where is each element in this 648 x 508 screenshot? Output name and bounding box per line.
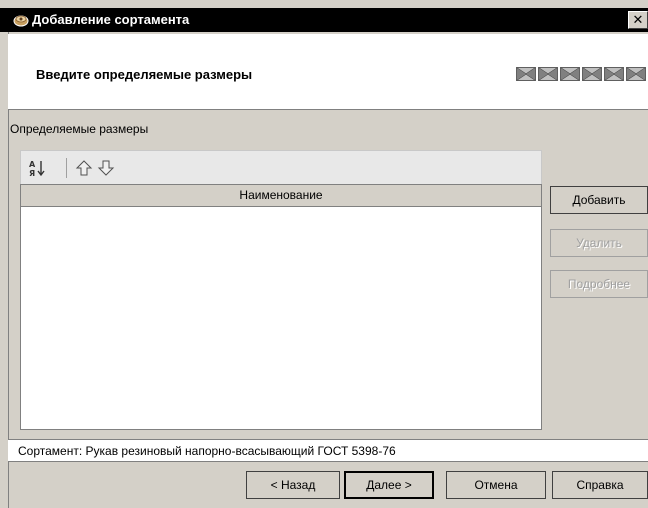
help-button[interactable]: Справка xyxy=(552,471,648,499)
close-icon: ✕ xyxy=(632,12,644,27)
step-icon xyxy=(538,67,558,81)
cancel-button[interactable]: Отмена xyxy=(446,471,546,499)
add-button[interactable]: Добавить xyxy=(550,186,648,214)
next-button[interactable]: Далее > xyxy=(344,471,434,499)
status-bar: Сортамент: Рукав резиновый напорно-всасы… xyxy=(8,439,648,461)
details-button[interactable]: Подробнее xyxy=(550,270,648,298)
app-icon xyxy=(13,15,29,27)
toolbar-separator xyxy=(66,158,67,178)
footer-divider xyxy=(8,461,648,462)
back-button[interactable]: < Назад xyxy=(246,471,340,499)
list-toolbar: A Я xyxy=(20,150,542,184)
move-down-icon[interactable] xyxy=(97,159,115,177)
step-icon xyxy=(626,67,646,81)
svg-text:Я: Я xyxy=(29,169,35,177)
column-header-name[interactable]: Наименование xyxy=(21,185,541,207)
wizard-instruction: Введите определяемые размеры xyxy=(36,67,253,82)
step-icon xyxy=(516,67,536,81)
sort-icon[interactable]: A Я xyxy=(29,159,47,177)
delete-button[interactable]: Удалить xyxy=(550,229,648,257)
wizard-steps xyxy=(516,67,646,81)
window-title: Добавление сортамента xyxy=(32,12,190,27)
wizard-header: Введите определяемые размеры xyxy=(8,34,648,110)
status-text: Сортамент: Рукав резиновый напорно-всасы… xyxy=(18,444,396,458)
dialog-window: Добавление сортамента ✕ Введите определя… xyxy=(0,0,648,508)
step-icon xyxy=(604,67,624,81)
title-bar[interactable]: Добавление сортамента ✕ xyxy=(0,8,648,32)
step-icon xyxy=(582,67,602,81)
svg-text:A: A xyxy=(29,160,36,169)
move-up-icon[interactable] xyxy=(75,159,93,177)
step-icon xyxy=(560,67,580,81)
section-label: Определяемые размеры xyxy=(10,122,149,136)
close-button[interactable]: ✕ xyxy=(628,11,648,29)
dimensions-table[interactable]: Наименование xyxy=(20,184,542,430)
